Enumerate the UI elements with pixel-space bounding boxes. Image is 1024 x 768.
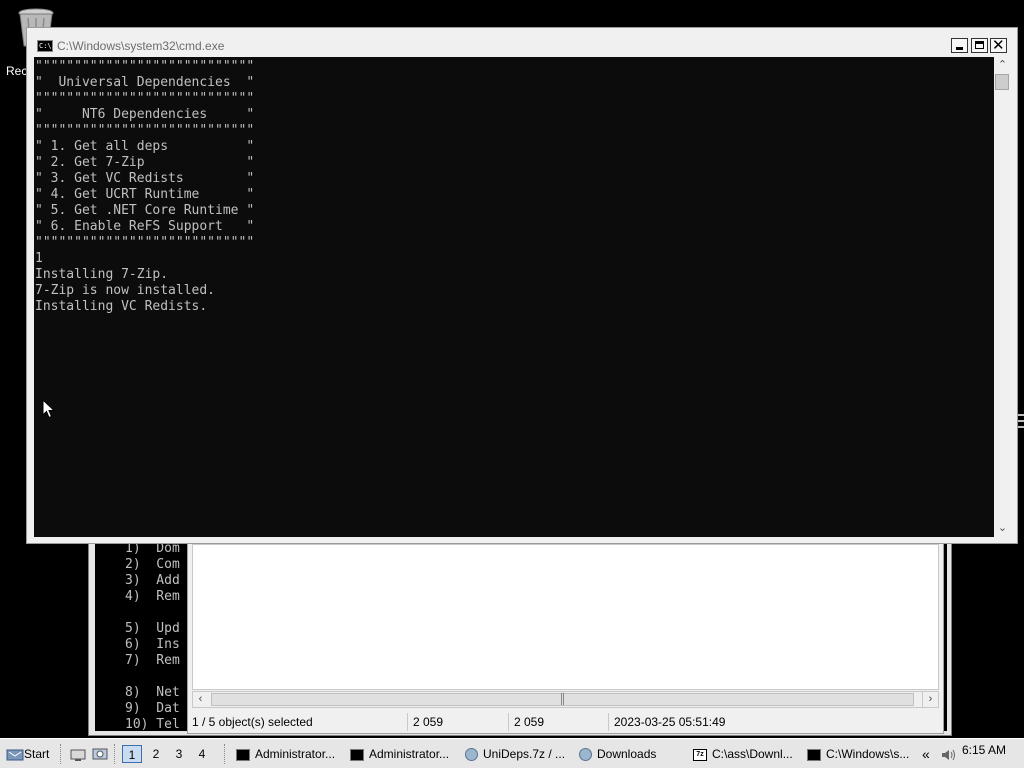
close-icon: ✕ xyxy=(992,37,1005,54)
background-console-line: 10) Tel xyxy=(125,717,180,732)
status-packed-size: 2 059 xyxy=(514,715,545,729)
disk-icon xyxy=(465,748,478,762)
minimize-button[interactable] xyxy=(951,38,968,53)
taskbar-item-downloads[interactable]: Downloads xyxy=(579,743,656,765)
cmd-icon xyxy=(350,748,364,761)
vertical-scrollbar[interactable]: ⌃ ⌄ xyxy=(994,57,1011,537)
taskbar-item-administrator-1[interactable]: Administrator... xyxy=(236,743,335,765)
console-line: " 2. Get 7-Zip " xyxy=(35,155,255,170)
background-console-line: 2) Com xyxy=(125,557,180,572)
cmd-icon xyxy=(807,748,821,761)
workspace-3[interactable]: 3 xyxy=(169,745,189,763)
console-line: " NT6 Dependencies " xyxy=(35,107,255,122)
cmd-titlebar[interactable]: C:\ C:\Windows\system32\cmd.exe ✕ xyxy=(27,28,1017,58)
taskbar-item-label: Administrator... xyxy=(369,747,450,761)
file-manager-window[interactable]: ‹ ║ › 1 / 5 object(s) selected 2 059 2 0… xyxy=(187,540,944,734)
background-console-line: 7) Rem xyxy=(125,653,180,668)
scroll-left-icon[interactable]: ‹ xyxy=(193,692,208,707)
console-line: Installing VC Redists. xyxy=(35,299,208,314)
recycle-bin-label: Rec xyxy=(6,64,28,78)
speaker-icon xyxy=(942,749,955,761)
cmd-icon xyxy=(236,748,250,761)
console-line: Installing 7-Zip. xyxy=(35,267,169,282)
cmd-window[interactable]: C:\ C:\Windows\system32\cmd.exe ✕ """"""… xyxy=(26,27,1018,544)
background-console-line: 6) Ins xyxy=(125,637,180,652)
taskbar-item-label: UniDeps.7z / ... xyxy=(483,747,566,761)
console-line: " 4. Get UCRT Runtime " xyxy=(35,187,255,202)
window-title: C:\Windows\system32\cmd.exe xyxy=(57,39,225,53)
console-line: """""""""""""""""""""""""""" xyxy=(35,123,255,138)
status-size: 2 059 xyxy=(413,715,444,729)
start-button[interactable]: Start xyxy=(6,743,49,765)
taskbar-item-label: Downloads xyxy=(597,747,657,761)
disk-icon xyxy=(579,748,592,762)
taskbar-item-label: C:\ass\Downl... xyxy=(712,747,793,761)
start-icon xyxy=(6,749,24,761)
background-console-line: 9) Dat xyxy=(125,701,180,716)
show-desktop-button[interactable] xyxy=(70,743,86,765)
console-line: 7-Zip is now installed. xyxy=(35,283,216,298)
7zip-icon: 7z xyxy=(693,748,707,761)
monitor-icon xyxy=(92,748,108,760)
background-console-line: 5) Upd xyxy=(125,621,180,636)
scroll-right-icon[interactable]: › xyxy=(922,692,938,707)
quick-launch-button[interactable] xyxy=(92,743,108,765)
mouse-cursor-icon xyxy=(42,399,55,419)
start-label: Start xyxy=(24,747,50,761)
console-line: 1 xyxy=(35,251,43,266)
console-line: " 5. Get .NET Core Runtime " xyxy=(35,203,255,218)
workspace-1[interactable]: 1 xyxy=(122,745,142,763)
console-line: " 1. Get all deps " xyxy=(35,139,255,154)
console-line: """""""""""""""""""""""""""" xyxy=(35,235,255,250)
console-output[interactable]: """""""""""""""""""""""""""" " Universal… xyxy=(34,57,994,537)
console-line: """""""""""""""""""""""""""" xyxy=(35,91,255,106)
workspace-4[interactable]: 4 xyxy=(192,745,212,763)
status-modified: 2023-03-25 05:51:49 xyxy=(614,715,726,729)
background-console-line: 8) Net xyxy=(125,685,180,700)
volume-button[interactable] xyxy=(940,743,956,765)
scroll-up-icon[interactable]: ⌃ xyxy=(994,57,1011,74)
file-list[interactable] xyxy=(192,544,939,690)
taskbar-item-label: C:\Windows\s... xyxy=(826,747,910,761)
desktop-icon xyxy=(70,749,86,761)
scroll-thumb[interactable]: ║ xyxy=(211,693,914,706)
taskbar-item-7zip[interactable]: 7z C:\ass\Downl... xyxy=(693,743,793,765)
close-button[interactable]: ✕ xyxy=(990,37,1007,54)
taskbar-item-cmd[interactable]: C:\Windows\s... xyxy=(807,743,909,765)
workspace-2[interactable]: 2 xyxy=(146,745,166,763)
background-console-line: 4) Rem xyxy=(125,589,180,604)
maximize-button[interactable] xyxy=(971,38,988,53)
background-console-line: 3) Add xyxy=(125,573,180,588)
cmd-window-icon[interactable]: C:\ xyxy=(37,40,53,52)
scroll-thumb[interactable] xyxy=(995,74,1009,90)
taskbar-item-unideps[interactable]: UniDeps.7z / ... xyxy=(465,743,565,765)
status-selection: 1 / 5 object(s) selected xyxy=(192,715,313,729)
taskbar-item-administrator-2[interactable]: Administrator... xyxy=(350,743,449,765)
status-bar: 1 / 5 object(s) selected 2 059 2 059 202… xyxy=(188,711,943,733)
tray-expand-button[interactable]: « xyxy=(922,743,930,765)
console-text: """""""""""""""""""""""""""" " Universal… xyxy=(35,59,254,315)
console-line: " 3. Get VC Redists " xyxy=(35,171,255,186)
console-line: """""""""""""""""""""""""""" xyxy=(35,59,255,74)
console-line: " 6. Enable ReFS Support " xyxy=(35,219,255,234)
taskbar: Start 1 2 3 4 Administrator... Administr… xyxy=(0,738,1024,768)
taskbar-item-label: Administrator... xyxy=(255,747,336,761)
clock[interactable]: 6:15 AM xyxy=(962,743,1006,757)
scroll-down-icon[interactable]: ⌄ xyxy=(994,520,1011,537)
offscreen-window-edge xyxy=(1018,410,1024,440)
horizontal-scrollbar[interactable]: ‹ ║ › xyxy=(192,691,939,708)
console-line: " Universal Dependencies " xyxy=(35,75,255,90)
